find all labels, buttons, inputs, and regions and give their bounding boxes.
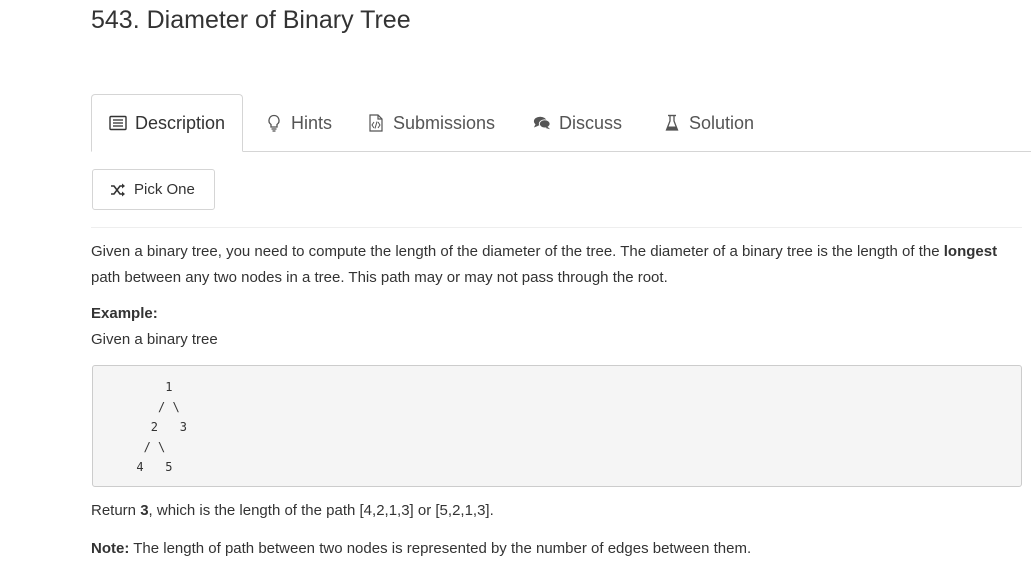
example-heading: Example: — [91, 305, 158, 322]
pick-one-button[interactable]: Pick One — [92, 169, 215, 210]
note-text: The length of path between two nodes is … — [129, 540, 752, 557]
code-line: 2 3 — [93, 420, 187, 434]
description-text-2: path between any two nodes in a tree. Th… — [91, 269, 668, 286]
page-title: 543. Diameter of Binary Tree — [91, 6, 411, 34]
code-block: 1 / \ 2 3 / \ 4 5 — [92, 365, 1022, 487]
code-line: 4 5 — [93, 460, 173, 474]
tab-description-label: Description — [135, 112, 226, 133]
lightbulb-icon — [265, 114, 283, 132]
tab-submissions-label: Submissions — [393, 112, 496, 133]
return-statement: Return 3, which is the length of the pat… — [91, 502, 494, 519]
tab-description[interactable]: Description — [91, 94, 243, 152]
note-label: Note: — [91, 540, 130, 557]
example-subtitle: Given a binary tree — [91, 331, 218, 348]
problem-description: Given a binary tree, you need to compute… — [91, 239, 1031, 291]
return-prefix: Return — [91, 502, 141, 519]
list-icon — [109, 114, 127, 132]
code-line: / \ — [93, 400, 180, 414]
code-line: 1 — [93, 380, 173, 394]
tab-bar: Description Hints Submissions Discuss So… — [91, 94, 1031, 152]
tab-hints[interactable]: Hints — [265, 94, 332, 152]
note: Note: The length of path between two nod… — [91, 540, 751, 557]
divider — [91, 227, 1022, 228]
code-line: / \ — [93, 440, 166, 454]
return-rest: , which is the length of the path [4,2,1… — [148, 502, 494, 519]
comments-icon — [533, 114, 551, 132]
description-text: Given a binary tree, you need to compute… — [91, 243, 944, 260]
tab-hints-label: Hints — [291, 112, 333, 133]
pick-one-label: Pick One — [134, 181, 195, 198]
tab-discuss[interactable]: Discuss — [533, 94, 622, 152]
tab-solution[interactable]: Solution — [663, 94, 754, 152]
description-bold: longest — [943, 243, 998, 260]
code-file-icon — [367, 114, 385, 132]
flask-icon — [663, 114, 681, 132]
tab-discuss-label: Discuss — [559, 112, 623, 133]
return-value: 3 — [140, 502, 149, 519]
tab-submissions[interactable]: Submissions — [367, 94, 495, 152]
tab-solution-label: Solution — [689, 112, 755, 133]
shuffle-icon — [110, 183, 126, 197]
